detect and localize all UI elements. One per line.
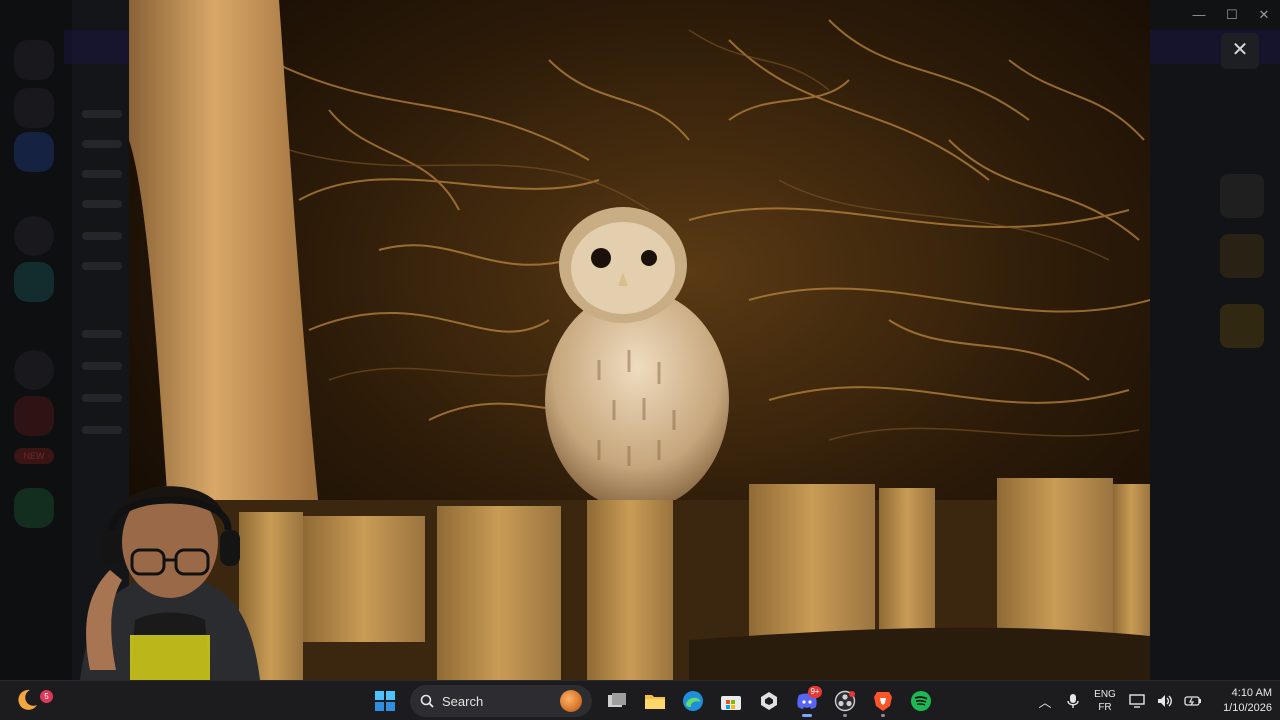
- obs-button[interactable]: [828, 684, 862, 718]
- language-primary: ENG: [1094, 689, 1116, 700]
- server-icon[interactable]: [14, 216, 54, 256]
- brave-button[interactable]: [866, 684, 900, 718]
- maximize-button[interactable]: ☐: [1218, 4, 1246, 26]
- chevron-up-icon[interactable]: ︿: [1034, 690, 1056, 712]
- channel-item[interactable]: [82, 262, 122, 270]
- store-button[interactable]: [714, 684, 748, 718]
- desktop-screen: NEW — ☐ ✕ ✕ 5 Search 9+ ︿ ENG FR 4:10 AM…: [0, 0, 1280, 720]
- clock-date: 1/10/2026: [1223, 702, 1272, 714]
- server-icon[interactable]: [14, 40, 54, 80]
- windows-icon: [375, 691, 395, 711]
- file-explorer-button[interactable]: [638, 684, 672, 718]
- store-icon: [721, 696, 741, 710]
- search-icon: [420, 694, 434, 708]
- server-icon[interactable]: [14, 350, 54, 390]
- channel-item[interactable]: [82, 232, 122, 240]
- member-list: [1150, 64, 1280, 680]
- language-secondary: FR: [1098, 702, 1112, 713]
- channel-item[interactable]: [82, 140, 122, 148]
- battery-icon[interactable]: [1182, 690, 1204, 712]
- volume-icon[interactable]: [1154, 690, 1176, 712]
- microphone-icon[interactable]: [1062, 690, 1084, 712]
- search-label: Search: [442, 693, 484, 709]
- channel-item[interactable]: [82, 170, 122, 178]
- start-button[interactable]: [368, 684, 402, 718]
- channel-item[interactable]: [82, 110, 122, 118]
- taskbar: 5 Search 9+ ︿ ENG FR 4:10 AM 1/10/2026: [0, 680, 1280, 720]
- obs-icon: [834, 690, 856, 712]
- folder-icon: [645, 695, 665, 709]
- close-viewer-button[interactable]: ✕: [1221, 33, 1259, 69]
- member-avatar[interactable]: [1220, 174, 1264, 218]
- webcam-overlay: [20, 470, 320, 680]
- task-view-button[interactable]: [600, 684, 634, 718]
- member-avatar[interactable]: [1220, 304, 1264, 348]
- taskbar-apps: Search 9+: [368, 684, 938, 718]
- search-highlight-image: [560, 690, 582, 712]
- channel-item[interactable]: [82, 394, 122, 402]
- member-avatar[interactable]: [1220, 234, 1264, 278]
- system-tray: ︿ ENG FR 4:10 AM 1/10/2026: [1034, 681, 1272, 720]
- discord-button[interactable]: 9+: [790, 684, 824, 718]
- channel-item[interactable]: [82, 200, 122, 208]
- streamer-webcam: [80, 486, 260, 680]
- edge-button[interactable]: [676, 684, 710, 718]
- server-icon[interactable]: [14, 262, 54, 302]
- task-view-icon: [608, 693, 626, 707]
- moon-icon: [18, 689, 37, 710]
- brave-icon: [874, 692, 892, 711]
- taskbar-search[interactable]: Search: [410, 685, 592, 717]
- clock-time: 4:10 AM: [1231, 687, 1272, 699]
- minimize-button[interactable]: —: [1185, 4, 1213, 26]
- server-icon[interactable]: [14, 88, 54, 128]
- display-icon[interactable]: [1126, 690, 1148, 712]
- spotify-icon: [911, 691, 931, 711]
- weather-widget[interactable]: 5: [14, 687, 53, 715]
- discord-badge: 9+: [808, 686, 822, 698]
- server-icon[interactable]: [14, 132, 54, 172]
- server-icon[interactable]: [14, 396, 54, 436]
- channel-item[interactable]: [82, 330, 122, 338]
- language-switcher[interactable]: ENG FR: [1090, 688, 1120, 714]
- clock[interactable]: 4:10 AM 1/10/2026: [1214, 686, 1272, 716]
- unity-button[interactable]: [752, 684, 786, 718]
- window-close-button[interactable]: ✕: [1250, 4, 1278, 26]
- unity-icon: [761, 692, 777, 710]
- edge-icon: [683, 691, 703, 711]
- channel-item[interactable]: [82, 426, 122, 434]
- new-badge: NEW: [14, 448, 54, 464]
- spotify-button[interactable]: [904, 684, 938, 718]
- weather-badge: 5: [40, 690, 53, 703]
- channel-item[interactable]: [82, 362, 122, 370]
